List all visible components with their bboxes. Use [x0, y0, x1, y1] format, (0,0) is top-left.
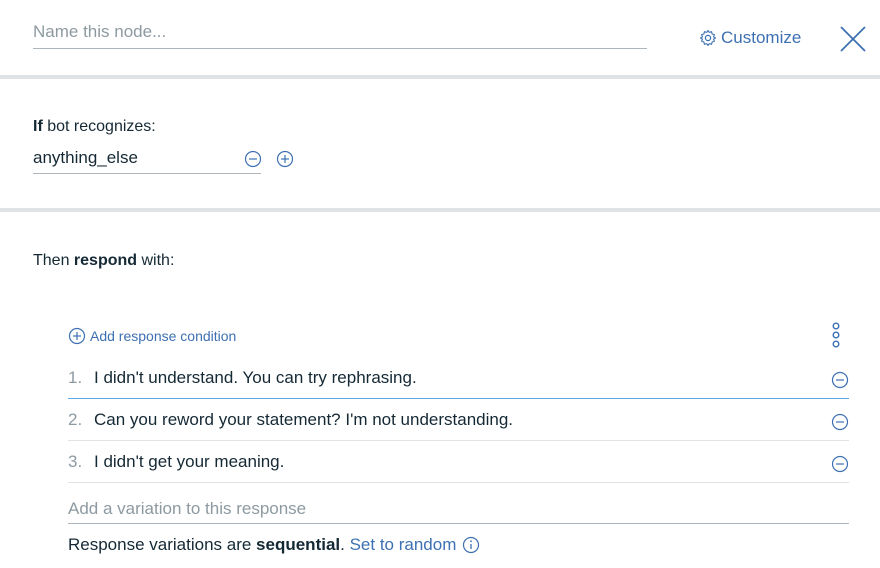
response-number: 2. [68, 409, 83, 429]
condition-divider [0, 208, 880, 212]
then-respond-label: Then respond with: [33, 252, 174, 270]
minus-circle-icon[interactable] [831, 413, 849, 431]
response-variation-mode: Response variations are sequential. Set … [68, 535, 480, 555]
then-label-post: with: [137, 252, 175, 269]
condition-field[interactable]: anything_else [33, 146, 261, 174]
condition-value: anything_else [33, 148, 138, 167]
plus-circle-icon[interactable] [276, 150, 294, 168]
set-to-random-link[interactable]: Set to random [350, 535, 457, 555]
response-text[interactable]: I didn't get your meaning. [94, 452, 849, 472]
add-variation-field[interactable] [68, 494, 849, 524]
plus-circle-icon [68, 327, 86, 345]
add-response-condition-label: Add response condition [90, 328, 237, 344]
minus-circle-icon[interactable] [831, 371, 849, 389]
if-label-bold: If [33, 118, 43, 135]
response-text[interactable]: I didn't understand. You can try rephras… [94, 368, 849, 388]
add-response-condition-button[interactable]: Add response condition [68, 327, 236, 345]
sequential-pre: Response variations are [68, 535, 257, 554]
response-number: 3. [68, 451, 83, 471]
minus-circle-icon[interactable] [244, 150, 262, 168]
add-variation-input[interactable] [68, 494, 849, 523]
minus-circle-icon[interactable] [831, 455, 849, 473]
then-label-bold: respond [73, 252, 138, 269]
sequential-post: . [340, 535, 350, 554]
overflow-menu-icon[interactable] [830, 321, 842, 351]
if-label-rest: bot recognizes: [42, 118, 156, 135]
then-label-pre: Then [33, 252, 74, 269]
customize-button[interactable]: Customize [699, 26, 801, 50]
sequential-mode: sequential [256, 535, 341, 554]
if-label: If bot recognizes: [33, 118, 156, 136]
node-name-input[interactable] [33, 16, 647, 48]
info-icon[interactable] [462, 536, 480, 554]
close-icon[interactable] [836, 22, 870, 56]
header-divider [0, 75, 880, 79]
response-number: 1. [68, 367, 83, 387]
node-name-field[interactable] [33, 16, 647, 49]
gear-icon [699, 29, 717, 47]
response-row[interactable]: 1. I didn't understand. You can try reph… [68, 357, 849, 399]
response-row[interactable]: 2. Can you reword your statement? I'm no… [68, 399, 849, 441]
customize-label: Customize [721, 28, 802, 47]
response-row[interactable]: 3. I didn't get your meaning. [68, 441, 849, 483]
response-text[interactable]: Can you reword your statement? I'm not u… [94, 410, 849, 430]
